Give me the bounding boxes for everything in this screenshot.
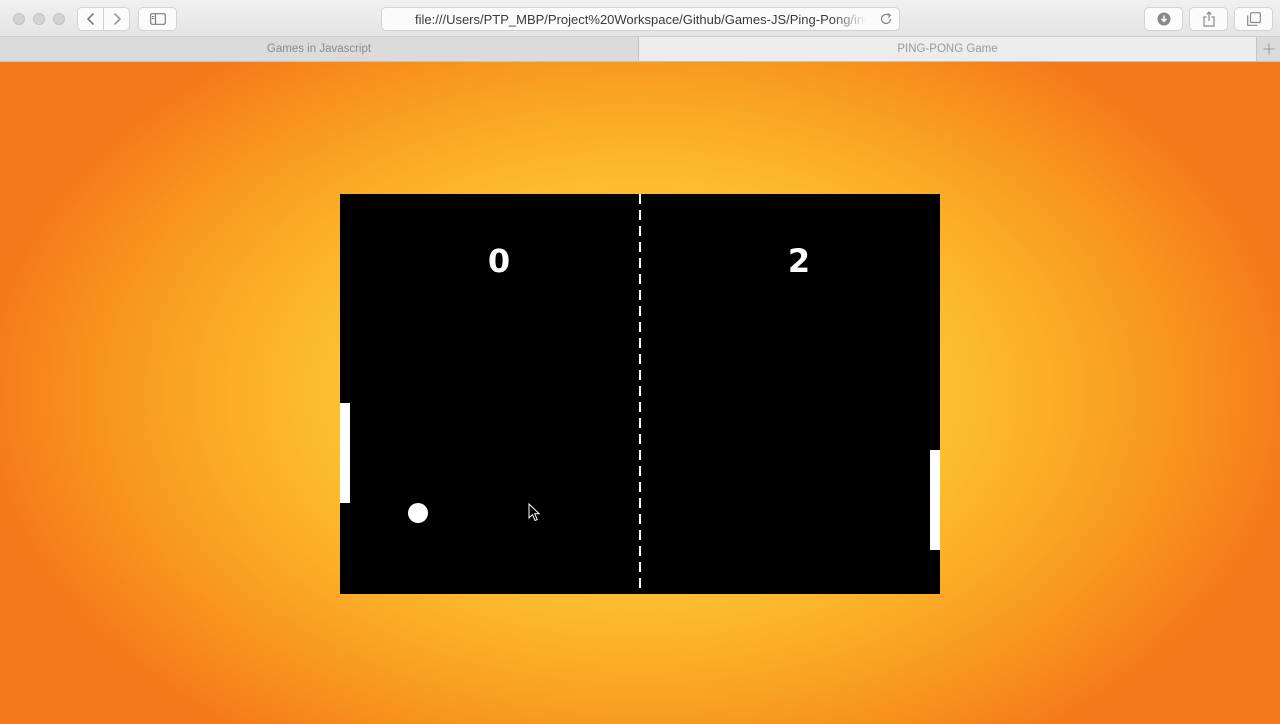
left-paddle [340,403,350,503]
mouse-pointer-icon [528,503,540,522]
tab-bar: Games in Javascript PING-PONG Game [0,37,1280,62]
window-zoom-button[interactable] [53,13,65,25]
sidebar-icon [149,13,166,25]
tab-overview-button[interactable] [1234,7,1273,31]
game-board[interactable]: 0 2 [340,194,940,594]
forward-button[interactable] [103,7,130,31]
tab-label: Games in Javascript [266,43,372,55]
ball [408,503,428,523]
window-close-button[interactable] [13,13,25,25]
back-button[interactable] [77,7,104,31]
download-icon [1157,12,1170,26]
share-button[interactable] [1189,7,1228,31]
browser-toolbar: file:///Users/PTP_MBP/Project%20Workspac… [0,0,1280,37]
tab-games-in-javascript[interactable]: Games in Javascript [0,37,639,61]
url-text: file:///Users/PTP_MBP/Project%20Workspac… [415,11,867,27]
left-player-score: 0 [487,242,511,280]
window-minimize-button[interactable] [33,13,45,25]
back-icon [86,12,94,26]
sidebar-button[interactable] [138,7,177,31]
share-icon [1202,11,1215,27]
address-bar[interactable]: file:///Users/PTP_MBP/Project%20Workspac… [381,7,900,31]
new-tab-icon [1263,43,1274,55]
tab-ping-pong-game[interactable]: PING-PONG Game [639,37,1256,61]
tab-label: PING-PONG Game [897,43,998,55]
reload-icon[interactable] [879,12,893,26]
right-player-score: 2 [787,242,811,280]
downloads-button[interactable] [1144,7,1183,31]
page-background: 0 2 [0,62,1280,724]
right-paddle [930,450,940,550]
game-canvas [340,194,940,594]
tabs-overview-icon [1246,12,1261,26]
new-tab-button[interactable] [1256,37,1280,61]
forward-icon [113,12,121,26]
